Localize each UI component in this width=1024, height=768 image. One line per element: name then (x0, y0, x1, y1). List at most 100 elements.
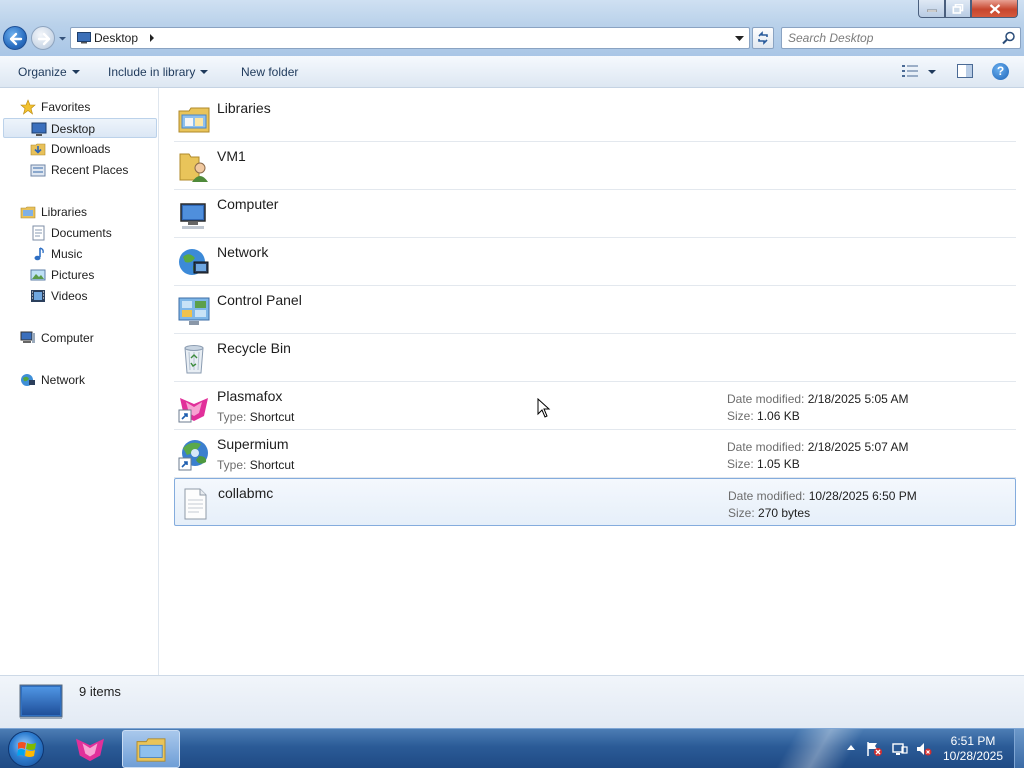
size-value: 270 bytes (758, 506, 811, 520)
desktop-icon (19, 684, 63, 719)
nav-videos-label: Videos (51, 289, 88, 303)
desktop-icon (77, 32, 91, 44)
clock-date: 10/28/2025 (942, 749, 1004, 763)
volume-muted-icon[interactable] (916, 741, 932, 757)
item-name: Network (217, 244, 269, 260)
system-clock[interactable]: 6:51 PM 10/28/2025 (938, 734, 1008, 764)
close-button[interactable] (971, 0, 1018, 18)
plasmafox-shortcut-icon (178, 398, 208, 423)
organize-button[interactable]: Organize (18, 65, 80, 79)
network-status-icon[interactable] (892, 741, 908, 757)
item-type: Type: Shortcut (217, 410, 294, 424)
action-center-flag-icon[interactable] (866, 741, 882, 757)
item-type: Type: Shortcut (217, 458, 294, 472)
list-item[interactable]: VM1 (174, 142, 1016, 190)
taskbar-explorer-button[interactable] (122, 730, 180, 768)
restore-button[interactable] (945, 0, 971, 18)
chevron-down-icon (200, 70, 209, 74)
list-item[interactable]: Supermium Type: Shortcut Date modified: … (174, 430, 1016, 478)
recent-places-icon (30, 164, 46, 177)
chevron-down-icon (71, 70, 80, 74)
item-count: 9 items (79, 684, 121, 699)
item-name: Recycle Bin (217, 340, 291, 356)
item-name: Supermium (217, 436, 289, 452)
address-history-chevron-icon[interactable] (735, 36, 744, 42)
nav-favorites-label: Favorites (41, 100, 91, 114)
nav-desktop[interactable]: Desktop (3, 118, 157, 138)
text-file-icon (184, 488, 207, 520)
include-in-library-label: Include in library (108, 65, 196, 79)
new-folder-button[interactable]: New folder (241, 65, 298, 79)
desktop-icon (31, 122, 47, 136)
list-item[interactable]: Computer (174, 190, 1016, 238)
list-item[interactable]: Recycle Bin (174, 334, 1016, 382)
taskbar-plasmafox-button[interactable] (66, 731, 114, 767)
search-box[interactable] (781, 27, 1021, 49)
help-icon[interactable]: ? (992, 63, 1009, 80)
libraries-icon (20, 206, 36, 219)
close-icon (989, 4, 1000, 14)
taskbar: 6:51 PM 10/28/2025 (0, 728, 1024, 768)
date-modified-label: Date modified: (727, 392, 805, 406)
breadcrumb-desktop[interactable]: Desktop (94, 31, 138, 45)
minimize-icon (926, 9, 937, 12)
list-item[interactable]: Control Panel (174, 286, 1016, 334)
search-icon[interactable] (1002, 31, 1016, 45)
refresh-button[interactable] (752, 27, 774, 49)
command-bar: Organize Include in library New folder ? (0, 56, 1024, 88)
title-address-bar: Desktop (0, 0, 1024, 56)
user-folder-icon (179, 153, 208, 182)
computer-icon (20, 331, 35, 343)
list-item[interactable]: Libraries (174, 94, 1016, 142)
item-name: Plasmafox (217, 388, 283, 404)
date-modified-value: 10/28/2025 6:50 PM (808, 489, 917, 503)
restore-icon (952, 4, 964, 14)
type-label: Type: (217, 458, 247, 472)
address-bar[interactable]: Desktop (70, 27, 750, 49)
change-view-icon[interactable] (902, 64, 918, 78)
item-date-modified: Date modified: 10/28/2025 6:50 PM (728, 489, 917, 503)
downloads-folder-icon (30, 143, 46, 156)
breadcrumb-arrow-icon[interactable] (149, 34, 155, 42)
network-icon (21, 374, 35, 386)
nav-libraries-label: Libraries (41, 205, 88, 219)
list-item[interactable]: Network (174, 238, 1016, 286)
arrow-left-icon (9, 32, 23, 46)
nav-documents-label: Documents (51, 226, 112, 240)
preview-pane-icon[interactable] (957, 64, 973, 78)
mouse-pointer-icon (537, 398, 551, 418)
type-label: Type: (217, 410, 247, 424)
date-modified-label: Date modified: (728, 489, 806, 503)
windows-logo-icon (17, 742, 36, 757)
network-icon (179, 249, 209, 275)
show-desktop-button[interactable] (1014, 729, 1024, 768)
libraries-icon (178, 107, 210, 133)
minimize-button[interactable] (918, 0, 945, 18)
recent-pages-chevron-icon[interactable] (58, 34, 67, 43)
size-value: 1.06 KB (757, 409, 800, 423)
show-hidden-icons-chevron-icon[interactable] (847, 745, 855, 750)
list-item-selected[interactable]: collabmc Date modified: 10/28/2025 6:50 … (174, 478, 1016, 526)
back-button[interactable] (3, 26, 27, 50)
supermium-shortcut-icon (178, 440, 208, 471)
videos-icon (31, 290, 45, 302)
include-in-library-button[interactable]: Include in library (108, 65, 209, 79)
item-name: VM1 (217, 148, 246, 164)
start-button[interactable] (8, 731, 44, 767)
item-name: Libraries (217, 100, 271, 116)
refresh-icon (758, 31, 768, 45)
forward-button[interactable] (31, 26, 55, 50)
size-label: Size: (728, 506, 755, 520)
size-value: 1.05 KB (757, 457, 800, 471)
item-size: Size: 1.05 KB (727, 457, 800, 471)
clock-time: 6:51 PM (950, 734, 996, 748)
view-options-chevron-icon[interactable] (928, 70, 936, 74)
size-label: Size: (727, 457, 754, 471)
item-date-modified: Date modified: 2/18/2025 5:07 AM (727, 440, 908, 454)
list-item[interactable]: Plasmafox Type: Shortcut Date modified: … (174, 382, 1016, 430)
nav-music-label: Music (51, 247, 83, 261)
star-icon (20, 99, 36, 115)
type-value: Shortcut (249, 410, 295, 424)
arrow-right-icon (37, 32, 51, 46)
search-input[interactable] (788, 30, 988, 46)
